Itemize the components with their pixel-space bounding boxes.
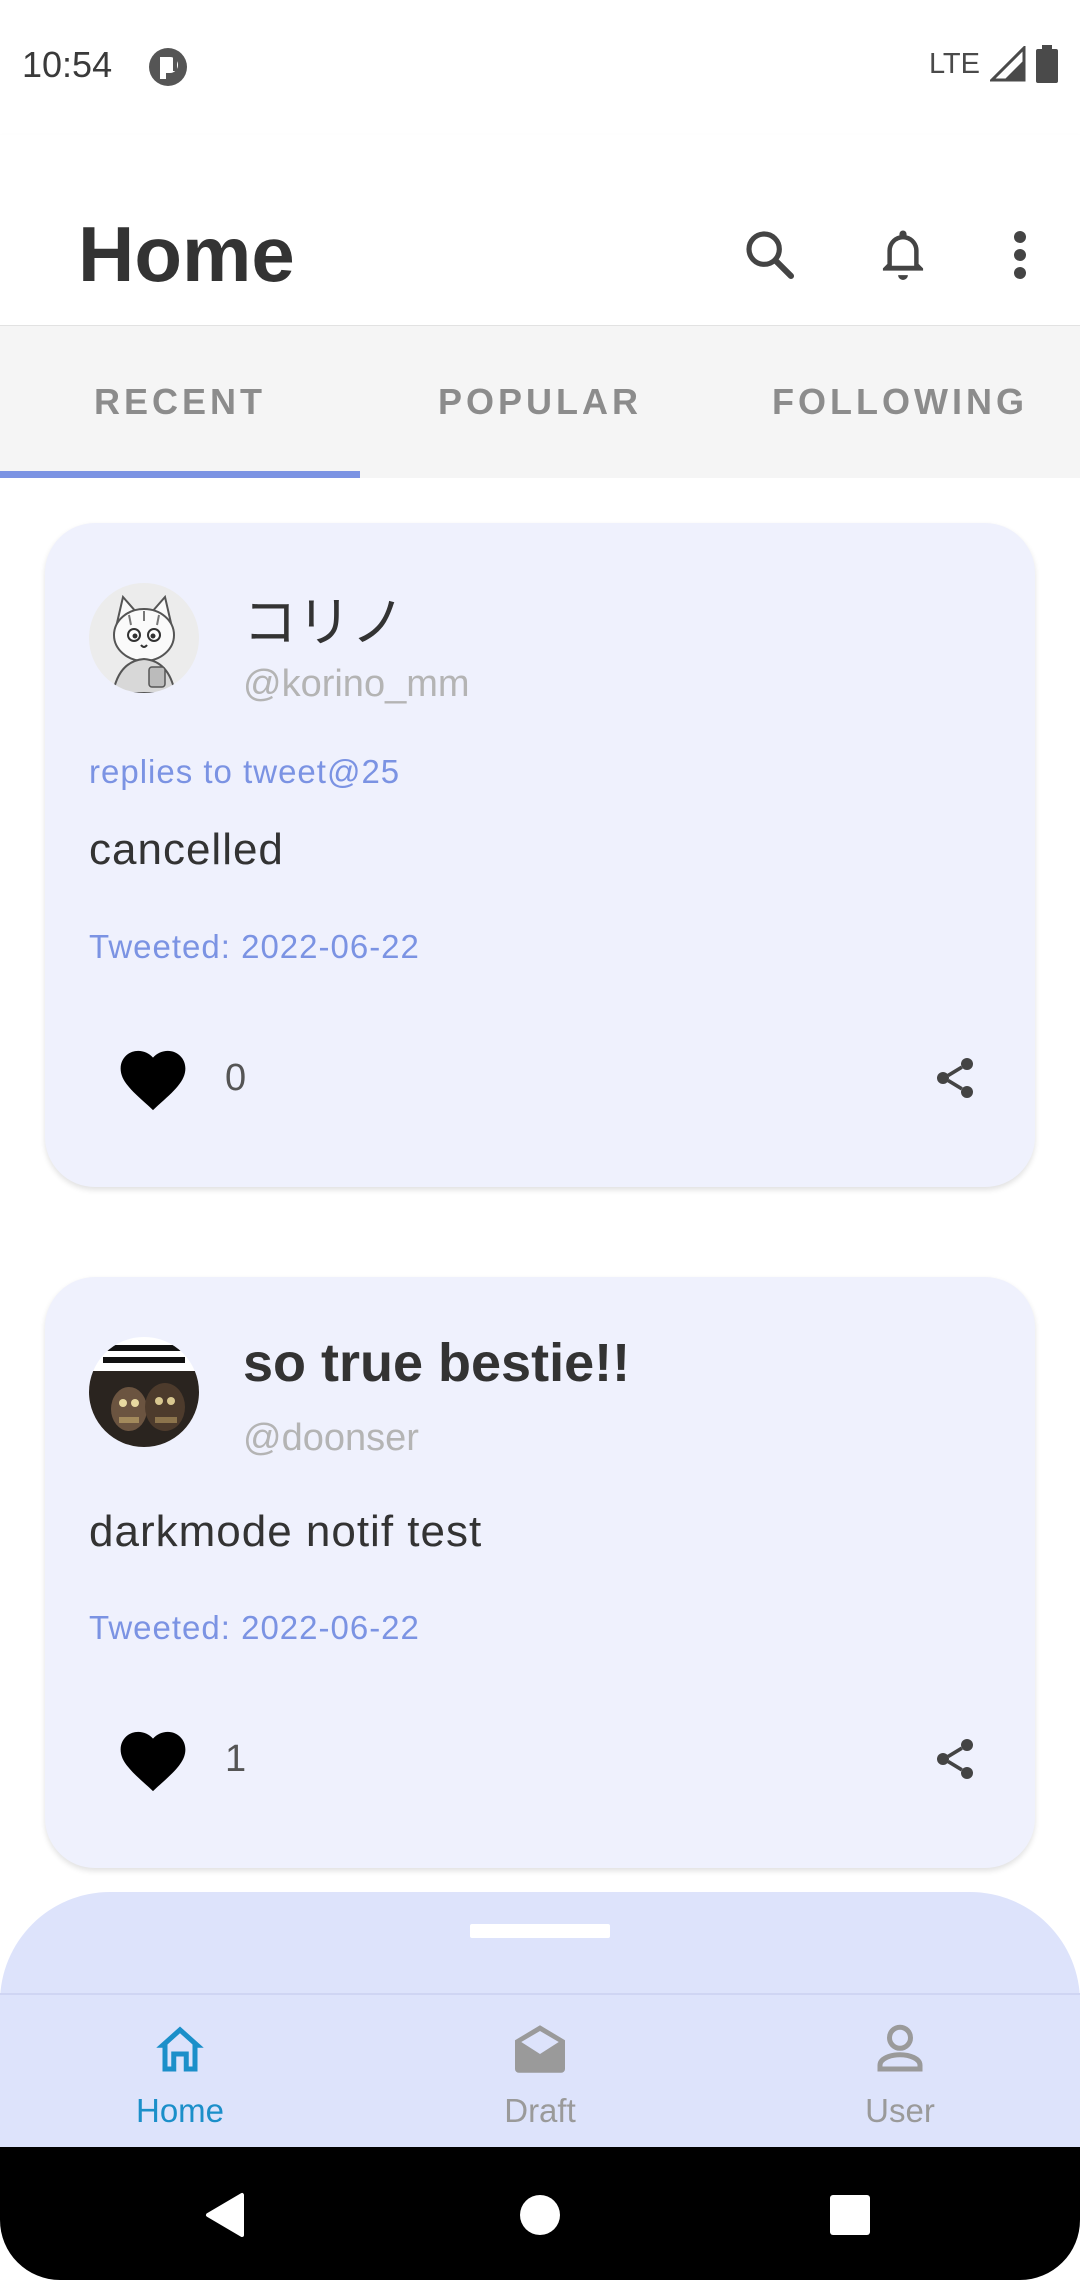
bottom-nav: Home Draft User [0, 1993, 1080, 2149]
app-bar: Home [0, 135, 1080, 327]
home-system-button[interactable] [502, 2177, 578, 2253]
more-options-button[interactable] [980, 215, 1060, 295]
like-count: 0 [225, 1057, 247, 1099]
feed-tabs: RECENT POPULAR FOLLOWING [0, 326, 1080, 478]
share-button[interactable] [915, 1038, 995, 1118]
signal-icon [990, 46, 1026, 82]
search-icon [746, 231, 795, 280]
nav-user[interactable]: User [720, 1995, 1080, 2149]
reply-to-link[interactable]: replies to tweet@25 [89, 753, 400, 791]
like-button[interactable] [105, 1711, 201, 1807]
nav-home-label: Home [135, 2092, 225, 2129]
tab-recent[interactable]: RECENT [0, 326, 360, 478]
more-vert-icon [1014, 231, 1026, 279]
tweet-text: cancelled [89, 825, 284, 874]
back-triangle-icon [206, 2193, 244, 2237]
share-icon [937, 1058, 973, 1098]
heart-icon [120, 1050, 186, 1111]
search-button[interactable] [730, 215, 810, 295]
sheet-drag-handle[interactable] [470, 1924, 610, 1938]
tweet-card[interactable]: so true bestie!! @doonser darkmode notif… [45, 1277, 1035, 1868]
tweet-date: Tweeted: 2022-06-22 [89, 928, 420, 965]
status-time: 10:54 [22, 44, 113, 85]
network-type: LTE [928, 47, 980, 80]
nav-user-label: User [865, 2092, 935, 2129]
tab-following[interactable]: FOLLOWING [720, 326, 1080, 478]
user-handle[interactable]: @doonser [243, 1417, 419, 1460]
nav-draft-label: Draft [504, 2092, 576, 2129]
tweet-text: darkmode notif test [89, 1507, 483, 1556]
cat-avatar-icon [89, 583, 199, 693]
like-button[interactable] [105, 1030, 201, 1126]
avatar[interactable] [89, 1337, 199, 1447]
app-notification-icon [149, 48, 187, 86]
display-name: コリノ [243, 593, 405, 653]
avatar[interactable] [89, 583, 199, 693]
system-nav-bar [0, 2147, 1080, 2280]
tab-indicator [0, 471, 360, 478]
home-circle-icon [520, 2195, 560, 2235]
notifications-button[interactable] [863, 215, 943, 295]
battery-icon [1036, 45, 1058, 83]
heart-icon [120, 1731, 186, 1792]
share-button[interactable] [915, 1719, 995, 1799]
user-handle[interactable]: @korino_mm [243, 663, 470, 706]
nav-home[interactable]: Home [0, 1995, 360, 2149]
nav-draft[interactable]: Draft [360, 1995, 720, 2149]
bell-icon [882, 230, 924, 280]
share-icon [937, 1739, 973, 1779]
tweet-card[interactable]: コリノ @korino_mm replies to tweet@25 cance… [45, 523, 1035, 1187]
status-bar: 10:54 LTE [0, 0, 1080, 135]
tweet-date: Tweeted: 2022-06-22 [89, 1609, 420, 1646]
tab-popular[interactable]: POPULAR [360, 326, 720, 478]
draft-icon [515, 2025, 565, 2073]
like-count: 1 [225, 1738, 247, 1780]
recents-button[interactable] [812, 2177, 888, 2253]
recents-square-icon [830, 2195, 870, 2235]
display-name: so true bestie!! [243, 1333, 631, 1393]
back-button[interactable] [186, 2177, 262, 2253]
meme-avatar-icon [89, 1337, 199, 1447]
status-right: LTE [929, 44, 1058, 84]
user-icon [877, 2024, 923, 2072]
home-icon [156, 2026, 204, 2072]
page-title: Home [78, 210, 295, 298]
